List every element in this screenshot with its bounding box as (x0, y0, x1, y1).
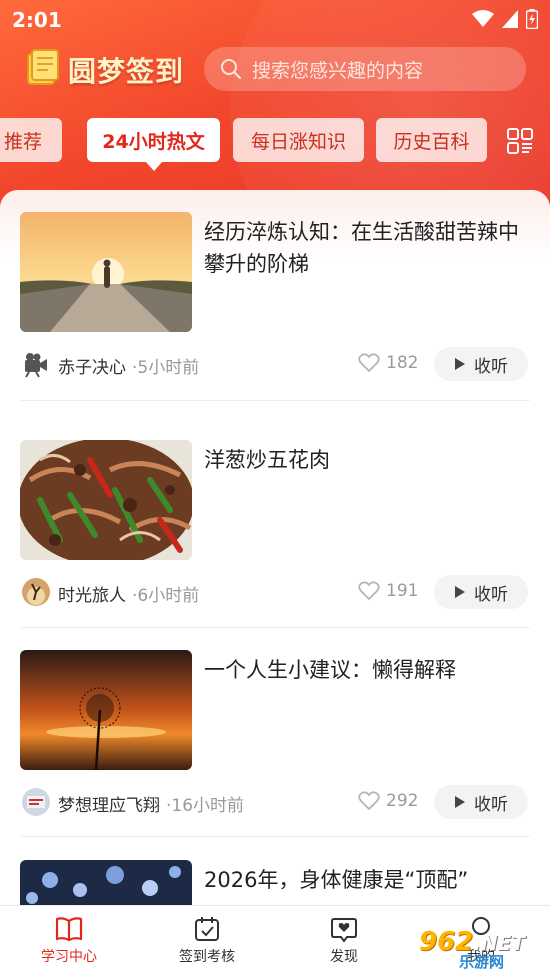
article-list: 经历淬炼认知：在生活酸甜苦辣中攀升的阶梯 赤子决心 ·5小时前 182 收听 洋… (0, 190, 550, 906)
article-author: 赤子决心 ·5小时前 (58, 353, 199, 378)
listen-button[interactable]: 收听 (434, 785, 528, 819)
article-thumbnail (20, 212, 192, 332)
wifi-icon (472, 10, 494, 27)
divider (20, 627, 530, 628)
listen-button[interactable]: 收听 (434, 575, 528, 609)
divider (20, 400, 530, 401)
tab-daily-knowledge[interactable]: 每日涨知识 (233, 118, 364, 162)
heart-icon (358, 581, 380, 601)
list-item[interactable]: 洋葱炒五花肉 时光旅人 ·6小时前 191 收听 (0, 440, 550, 620)
author-name: 赤子决心 (58, 358, 126, 378)
heart-icon (358, 791, 380, 811)
article-title: 一个人生小建议：懒得解释 (204, 658, 456, 682)
nav-checkin-assessment[interactable]: 签到考核 (152, 906, 262, 977)
play-icon (455, 358, 465, 370)
avatar (22, 788, 50, 816)
battery-icon (526, 9, 538, 29)
article-thumbnail (20, 440, 192, 560)
tab-label: 24小时热文 (102, 130, 205, 153)
tab-24h-hot[interactable]: 24小时热文 (87, 118, 220, 171)
like-count[interactable]: 191 (358, 581, 418, 601)
nav-discover[interactable]: 发现 (289, 906, 399, 977)
article-meta: 赤子决心 ·5小时前 182 收听 (20, 347, 530, 381)
list-item[interactable]: 2026年，身体健康是“顶配” (0, 860, 550, 906)
play-icon (455, 586, 465, 598)
tab-recommend[interactable]: 推荐 (0, 118, 62, 162)
category-tabs: 推荐 24小时热文 每日涨知识 历史百科 (0, 118, 550, 174)
avatar (22, 578, 50, 606)
article-time: ·5小时前 (132, 358, 200, 378)
search-placeholder: 搜索您感兴趣的内容 (252, 59, 424, 82)
divider (20, 836, 530, 837)
article-thumbnail (20, 650, 192, 770)
app-header: 圆梦签到 搜索您感兴趣的内容 (0, 42, 550, 98)
tab-history[interactable]: 历史百科 (376, 118, 487, 162)
article-thumbnail (20, 860, 192, 906)
book-logo-icon (27, 49, 59, 85)
nav-label: 签到考核 (179, 949, 235, 965)
calendar-check-icon (195, 917, 219, 941)
article-meta: 时光旅人 ·6小时前 191 收听 (20, 575, 530, 609)
tab-label: 推荐 (4, 130, 43, 153)
like-count[interactable]: 292 (358, 791, 418, 811)
avatar (25, 353, 47, 378)
article-title: 经历淬炼认知：在生活酸甜苦辣中攀升的阶梯 (204, 220, 519, 276)
listen-label: 收听 (474, 794, 508, 815)
article-time: ·16小时前 (166, 796, 245, 816)
article-meta: 梦想理应飞翔 ·16小时前 292 收听 (20, 785, 530, 819)
search-input[interactable]: 搜索您感兴趣的内容 (204, 47, 526, 91)
nav-label: 发现 (330, 949, 358, 965)
article-author: 时光旅人 ·6小时前 (58, 581, 199, 606)
author-name: 梦想理应飞翔 (58, 796, 160, 816)
tab-label: 历史百科 (393, 130, 470, 153)
list-item[interactable]: 经历淬炼认知：在生活酸甜苦辣中攀升的阶梯 赤子决心 ·5小时前 182 收听 (0, 212, 550, 392)
nav-label: 学习中心 (41, 949, 97, 965)
status-bar: 2:01 (0, 0, 550, 38)
article-title: 2026年，身体健康是“顶配” (204, 868, 469, 892)
status-icons (472, 9, 538, 29)
tab-label: 每日涨知识 (250, 130, 346, 153)
like-number: 292 (386, 791, 419, 811)
nav-learning-center[interactable]: 学习中心 (14, 906, 124, 977)
list-item[interactable]: 一个人生小建议：懒得解释 梦想理应飞翔 ·16小时前 292 收听 (0, 650, 550, 830)
watermark-text: 乐游网 (459, 953, 505, 971)
play-icon (455, 796, 465, 808)
heart-icon (358, 353, 380, 373)
article-author: 梦想理应飞翔 ·16小时前 (58, 791, 244, 816)
listen-button[interactable]: 收听 (434, 347, 528, 381)
category-grid-icon[interactable] (507, 128, 533, 154)
like-count[interactable]: 182 (358, 353, 418, 373)
like-number: 182 (386, 353, 419, 373)
discover-icon (331, 918, 357, 942)
search-icon (221, 59, 241, 79)
watermark-logo: 962.NET 乐游网 (415, 925, 545, 973)
author-name: 时光旅人 (58, 586, 126, 606)
book-icon (55, 917, 83, 942)
listen-label: 收听 (474, 356, 508, 377)
app-title: 圆梦签到 (68, 55, 185, 88)
listen-label: 收听 (474, 584, 508, 605)
article-time: ·6小时前 (132, 586, 200, 606)
signal-icon (502, 10, 518, 28)
article-title: 洋葱炒五花肉 (204, 448, 330, 472)
status-time: 2:01 (12, 8, 62, 32)
like-number: 191 (386, 581, 419, 601)
